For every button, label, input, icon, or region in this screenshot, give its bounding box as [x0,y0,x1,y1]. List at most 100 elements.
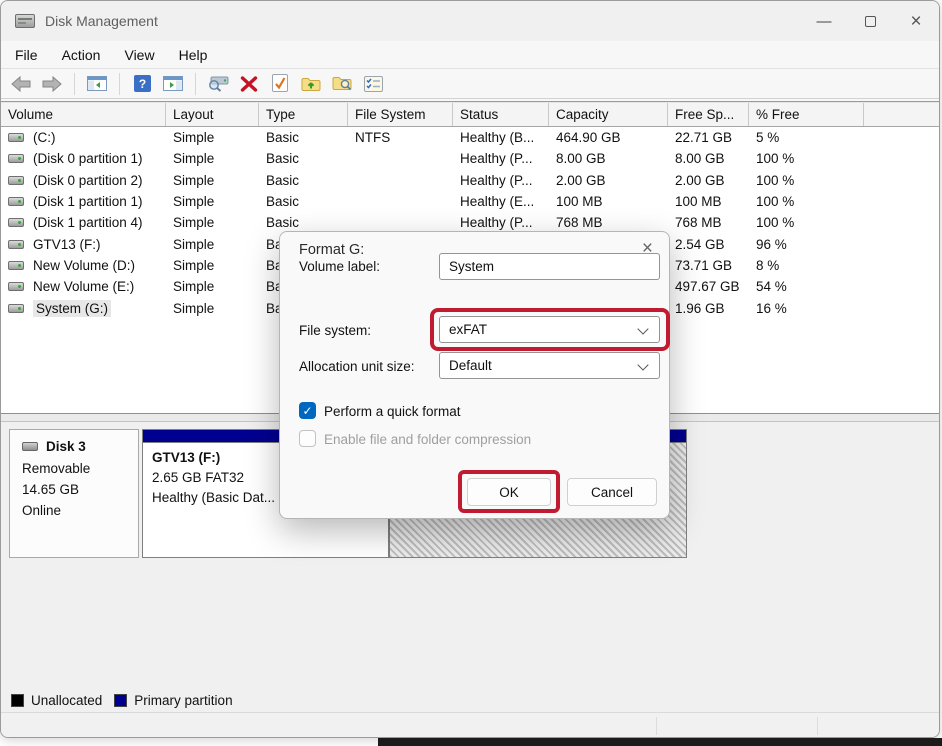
maximize-button[interactable] [847,1,893,41]
disk-size: 14.65 GB [22,479,138,500]
status-bar [1,712,940,738]
column-header-empty [864,103,940,126]
column-header[interactable]: Capacity [549,103,668,126]
table-cell: NTFS [348,130,453,145]
allocation-dropdown[interactable]: Default [439,352,660,379]
column-header[interactable]: Free Sp... [668,103,749,126]
column-header[interactable]: % Free [749,103,864,126]
table-cell: 100 % [749,194,864,209]
table-cell: 16 % [749,301,864,316]
table-cell: 100 MB [549,194,668,209]
cancel-button[interactable]: Cancel [567,478,657,506]
table-cell: Simple [166,237,259,252]
folder-search-icon[interactable] [330,72,354,96]
quick-format-label: Perform a quick format [324,404,461,419]
table-cell: 464.90 GB [549,130,668,145]
volume-icon [8,261,24,270]
title-bar: Disk Management — × [1,1,939,41]
column-header[interactable]: Type [259,103,348,126]
compression-checkbox[interactable] [299,430,316,447]
menu-action[interactable]: Action [62,47,101,63]
volume-icon [8,133,24,142]
disk-info-box[interactable]: Disk 3 Removable 14.65 GB Online [9,429,139,558]
table-cell: 768 MB [549,215,668,230]
volume-name-cell: (Disk 0 partition 2) [1,173,166,188]
volume-name-cell: (Disk 1 partition 1) [1,194,166,209]
legend-item: Primary partition [114,693,232,708]
disk-drive-icon [15,14,35,28]
volume-icon [8,154,24,163]
table-cell: Simple [166,173,259,188]
volume-icon [8,197,24,206]
table-cell: 8.00 GB [668,151,749,166]
folder-upload-icon[interactable] [299,72,323,96]
volume-icon [8,176,24,185]
delete-icon[interactable] [237,72,261,96]
volume-icon [8,218,24,227]
console-tree-icon[interactable] [85,72,109,96]
table-cell: 22.71 GB [668,130,749,145]
quick-format-checkbox[interactable]: ✓ [299,402,316,419]
menu-bar: File Action View Help [1,41,939,68]
table-cell: 768 MB [668,215,749,230]
table-cell: Healthy (B... [453,130,549,145]
menu-help[interactable]: Help [179,47,208,63]
volume-label-input[interactable]: System [439,253,660,280]
disk-name: Disk 3 [46,439,86,454]
help-icon[interactable]: ? [130,72,154,96]
table-cell: 8 % [749,258,864,273]
column-header[interactable]: Layout [166,103,259,126]
maximize-icon [865,16,876,27]
table-cell: Basic [259,215,348,230]
forward-icon[interactable] [40,72,64,96]
disk-management-window: Disk Management — × File Action View Hel… [0,0,940,738]
table-row[interactable]: (Disk 0 partition 2)SimpleBasicHealthy (… [1,170,940,191]
volume-name-cell: GTV13 (F:) [1,237,166,252]
column-header[interactable]: Volume [1,103,166,126]
table-cell: 96 % [749,237,864,252]
volume-icon [8,282,24,291]
volume-icon [8,304,24,313]
format-dialog: Format G: × Volume label: System File sy… [279,231,670,519]
close-button[interactable]: × [893,1,939,41]
table-cell: Simple [166,130,259,145]
back-icon[interactable] [9,72,33,96]
column-header[interactable]: File System [348,103,453,126]
volume-table-header: VolumeLayoutTypeFile SystemStatusCapacit… [1,102,940,127]
table-row[interactable]: (Disk 0 partition 1)SimpleBasicHealthy (… [1,148,940,169]
chevron-down-icon [637,359,648,370]
table-cell: 100 MB [668,194,749,209]
properties-icon[interactable] [361,72,385,96]
toolbar: ? [1,68,939,99]
table-row[interactable]: (C:)SimpleBasicNTFSHealthy (B...464.90 G… [1,127,940,148]
volume-icon [8,240,24,249]
legend-swatch [114,694,127,707]
menu-view[interactable]: View [124,47,154,63]
table-cell: Healthy (P... [453,151,549,166]
table-cell: 2.00 GB [668,173,749,188]
legend-label: Primary partition [134,693,232,708]
column-header[interactable]: Status [453,103,549,126]
table-cell: Simple [166,301,259,316]
legend-swatch [11,694,24,707]
volume-name-cell: (Disk 0 partition 1) [1,151,166,166]
menu-file[interactable]: File [15,47,38,63]
statusbar-divider [656,717,657,735]
volume-label-label: Volume label: [299,259,380,274]
minimize-button[interactable]: — [801,1,847,41]
table-cell: 73.71 GB [668,258,749,273]
check-document-icon[interactable] [268,72,292,96]
table-row[interactable]: (Disk 1 partition 1)SimpleBasicHealthy (… [1,191,940,212]
table-cell: Basic [259,130,348,145]
table-cell: 5 % [749,130,864,145]
disk-kind: Removable [22,458,138,479]
ok-button[interactable]: OK [467,478,551,506]
action-pane-icon[interactable] [161,72,185,96]
volume-name-cell: (Disk 1 partition 4) [1,215,166,230]
table-cell: 54 % [749,279,864,294]
file-system-dropdown[interactable]: exFAT [439,316,660,343]
legend-item: Unallocated [11,693,102,708]
table-cell: Basic [259,173,348,188]
chevron-down-icon [637,323,648,334]
device-search-icon[interactable] [206,72,230,96]
